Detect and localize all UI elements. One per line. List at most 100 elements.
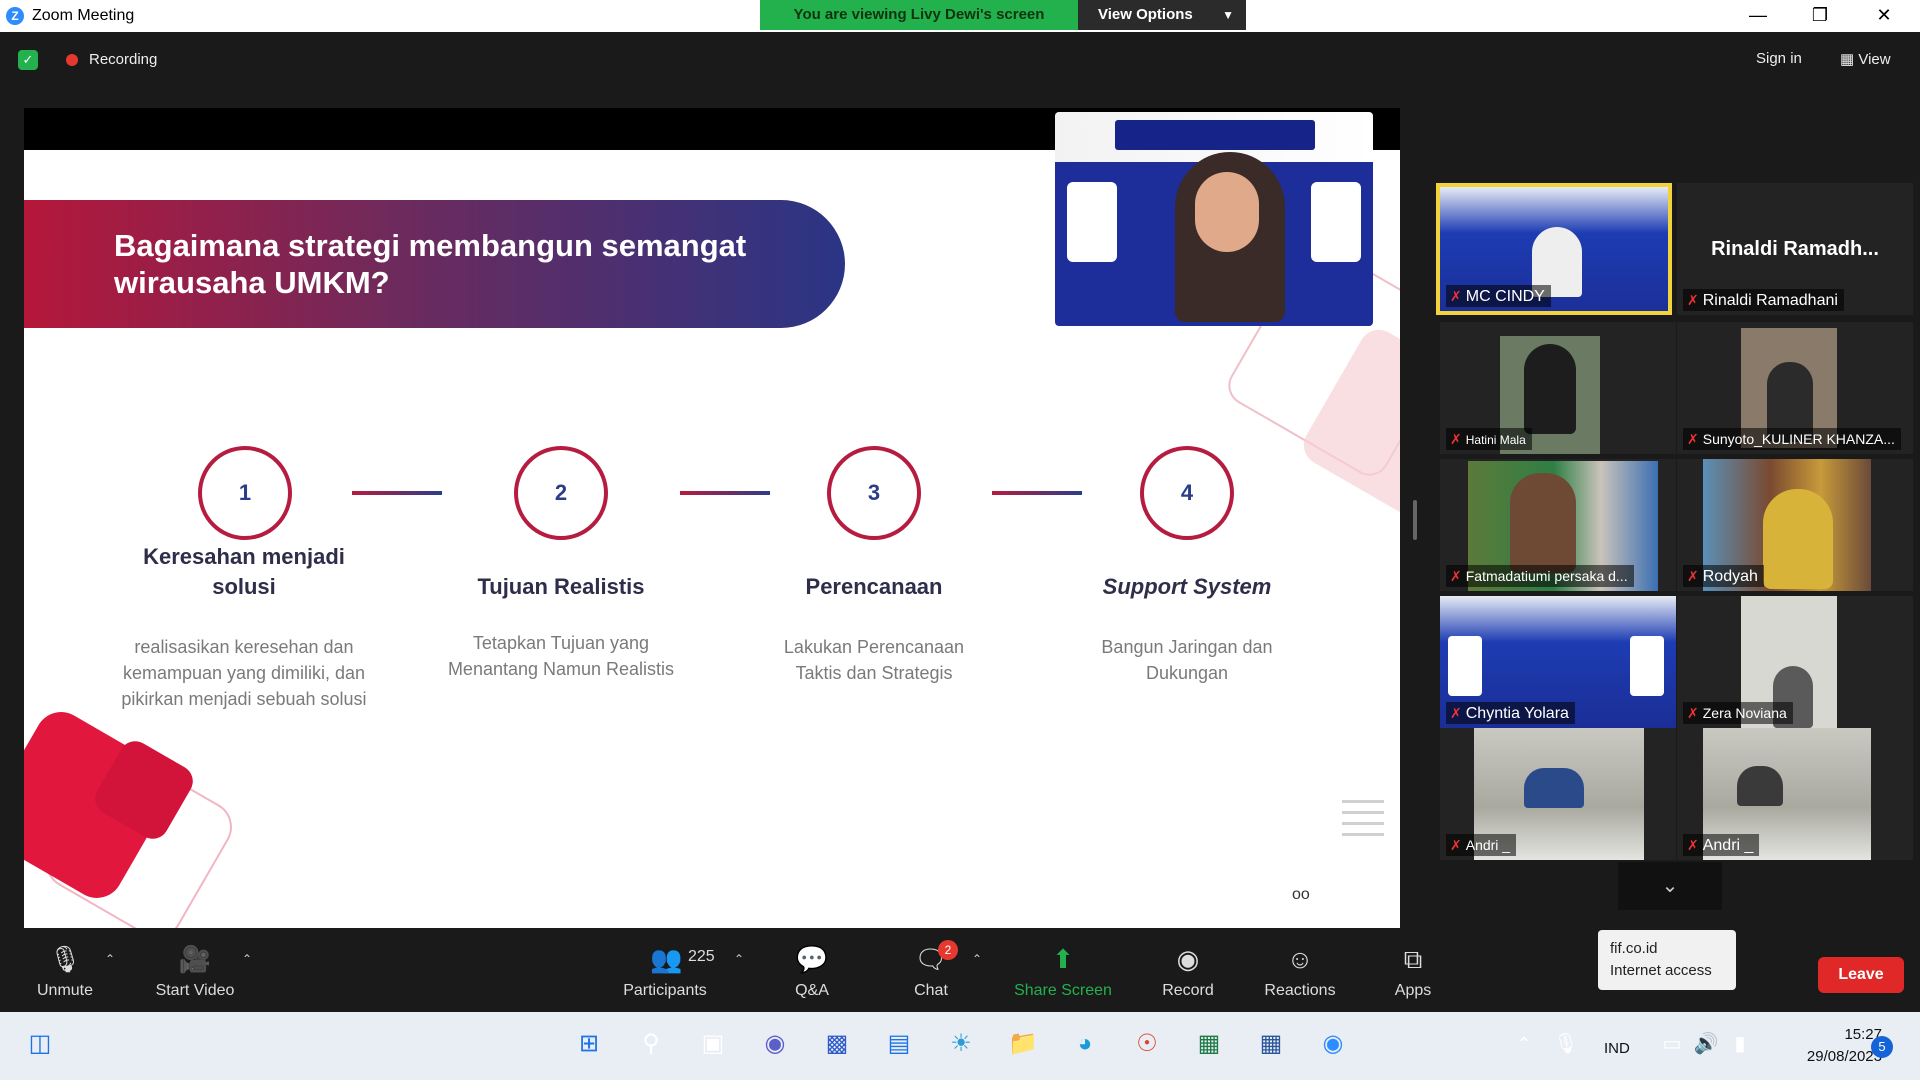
excel-icon[interactable]: ▦ — [1189, 1024, 1229, 1064]
gallery-next-page-button[interactable]: ⌄ — [1618, 862, 1722, 910]
zoom-workplace-icon[interactable]: ▩ — [817, 1024, 857, 1064]
participant-name: Hatini Mala — [1465, 433, 1526, 447]
meeting-top-bar — [0, 32, 1920, 88]
participant-tile[interactable]: ✗ Zera Noviana — [1677, 596, 1913, 728]
word-icon[interactable]: ▦ — [1251, 1024, 1291, 1064]
record-button[interactable]: ◉ Record — [1133, 940, 1243, 1000]
step-number: 1 — [198, 446, 292, 540]
participant-video — [1630, 636, 1664, 696]
participant-count: 225 — [688, 948, 715, 965]
participant-tile[interactable]: ✗ Andri _ — [1440, 728, 1676, 860]
gallery-resize-handle[interactable] — [1413, 500, 1417, 540]
video-background — [1311, 182, 1361, 262]
window-title: Zoom Meeting — [32, 7, 135, 24]
participant-tile[interactable]: ✗ Hatini Mala — [1440, 322, 1676, 454]
muted-mic-icon: ✗ — [1687, 568, 1699, 584]
muted-mic-icon: ✗ — [1450, 837, 1462, 853]
shield-icon[interactable]: ✓ — [18, 50, 38, 70]
search-icon[interactable]: ⚲ — [631, 1024, 671, 1064]
clock-date[interactable]: 29/08/2023 — [1772, 1048, 1882, 1065]
apps-button[interactable]: ⧉ Apps — [1358, 940, 1468, 1000]
participant-name: Andri _ — [1702, 837, 1754, 854]
chat-button[interactable]: 🗨 Chat — [876, 940, 986, 1000]
notepad-icon[interactable]: ▤ — [879, 1024, 919, 1064]
chat-unread-badge: 2 — [938, 940, 958, 960]
qa-button[interactable]: 💬 Q&A — [757, 940, 867, 1000]
start-video-button[interactable]: 🎥 Start Video — [140, 940, 250, 1000]
muted-mic-icon: ✗ — [1450, 568, 1462, 584]
reactions-button[interactable]: ☺ Reactions — [1245, 940, 1355, 1000]
windows-start-icon[interactable]: ⊞ — [569, 1024, 609, 1064]
participant-name-tag: ✗ Andri _ — [1683, 834, 1760, 856]
clock-time[interactable]: 15:27 — [1792, 1026, 1882, 1043]
menu-lines-icon — [1342, 800, 1384, 840]
participant-tile[interactable]: ✗ Andri _ — [1677, 728, 1913, 860]
apps-icon: ⧉ — [1403, 944, 1423, 974]
view-label: View — [1858, 51, 1891, 68]
muted-mic-icon: ✗ — [1450, 705, 1462, 721]
chrome-icon[interactable]: ☉ — [1127, 1024, 1167, 1064]
share-screen-button[interactable]: ⬆ Share Screen — [1008, 940, 1118, 1000]
share-screen-icon: ⬆ — [1052, 944, 1074, 974]
video-off-icon: 🎥 — [178, 944, 212, 974]
step-number: 2 — [514, 446, 608, 540]
tooltip-network-status: Internet access — [1610, 962, 1712, 979]
step-title: Support System — [1102, 574, 1272, 599]
participant-name-tag: ✗ Rodyah — [1683, 565, 1764, 587]
recording-dot-icon — [66, 54, 78, 66]
viewing-screen-banner: You are viewing Livy Dewi's screen — [760, 0, 1078, 30]
minimize-icon[interactable]: — — [1728, 0, 1788, 32]
task-view-icon[interactable]: ▣ — [693, 1024, 733, 1064]
teams-chat-icon[interactable]: ◉ — [755, 1024, 795, 1064]
participant-figure — [1763, 489, 1833, 589]
weather-icon[interactable]: ☀ — [941, 1024, 981, 1064]
step-title: Perencanaan — [805, 574, 943, 599]
view-button[interactable]: ▦ View — [1840, 50, 1891, 68]
tooltip-network-name: fif.co.id — [1610, 940, 1658, 957]
presenter-video[interactable] — [1055, 112, 1373, 326]
grid-view-icon: ▦ — [1840, 51, 1859, 68]
participants-options-caret-icon[interactable]: ⌃ — [734, 952, 744, 966]
participant-tile[interactable]: Rinaldi Ramadh... ✗ Rinaldi Ramadhani — [1677, 183, 1913, 315]
mic-muted-icon: 🎙 — [48, 944, 82, 974]
restore-icon[interactable]: ❐ — [1790, 0, 1850, 32]
chat-options-caret-icon[interactable]: ⌃ — [972, 952, 982, 966]
microphone-icon[interactable]: 🎙 — [1546, 1024, 1586, 1064]
muted-mic-icon: ✗ — [1687, 837, 1699, 853]
leave-button[interactable]: Leave — [1818, 957, 1904, 993]
step-connector — [352, 491, 442, 495]
input-language[interactable]: IND — [1604, 1040, 1630, 1057]
video-options-caret-icon[interactable]: ⌃ — [242, 952, 252, 966]
zoom-icon[interactable]: ◉ — [1313, 1024, 1353, 1064]
edge-icon[interactable]: ◕ — [1065, 1024, 1105, 1064]
video-background — [1067, 182, 1117, 262]
participant-big-name: Rinaldi Ramadh... — [1711, 238, 1879, 260]
step-connector — [992, 491, 1082, 495]
participant-tile[interactable]: ✗ Rodyah — [1677, 459, 1913, 591]
participant-tile[interactable]: ✗ Sunyoto_KULINER KHANZA... — [1677, 322, 1913, 454]
file-explorer-icon[interactable]: 📁 — [1003, 1024, 1043, 1064]
record-label: Record — [1162, 982, 1214, 999]
apps-label: Apps — [1394, 982, 1432, 999]
participant-name-tag: ✗ Hatini Mala — [1446, 428, 1532, 450]
close-icon[interactable]: ✕ — [1854, 0, 1914, 32]
chat-label: Chat — [914, 982, 948, 999]
widgets-icon[interactable]: ◫ — [20, 1024, 60, 1064]
participant-tile[interactable]: ✗ Chyntia Yolara — [1440, 596, 1676, 728]
view-options-button[interactable]: View Options ▼ — [1078, 0, 1246, 30]
slide-title: Bagaimana strategi membangun semangat wi… — [114, 228, 747, 300]
sign-in-button[interactable]: Sign in — [1756, 50, 1802, 67]
audio-options-caret-icon[interactable]: ⌃ — [105, 952, 115, 966]
participant-tile[interactable]: ✗ MC CINDY — [1436, 183, 1672, 315]
chevron-up-icon[interactable]: ⌃ — [1504, 1024, 1544, 1064]
participant-tile[interactable]: ✗ Fatmadatiumi persaka d... — [1440, 459, 1676, 591]
step-connector — [680, 491, 770, 495]
notification-badge[interactable]: 5 — [1871, 1036, 1893, 1058]
recording-label[interactable]: Recording — [89, 51, 157, 68]
reactions-label: Reactions — [1264, 982, 1336, 999]
presenter-face — [1195, 172, 1259, 252]
unmute-button[interactable]: 🎙 Unmute — [10, 940, 120, 1000]
slide-dots: oo — [1292, 886, 1310, 903]
step-number: 3 — [827, 446, 921, 540]
battery-icon[interactable]: ▮ — [1720, 1024, 1760, 1064]
